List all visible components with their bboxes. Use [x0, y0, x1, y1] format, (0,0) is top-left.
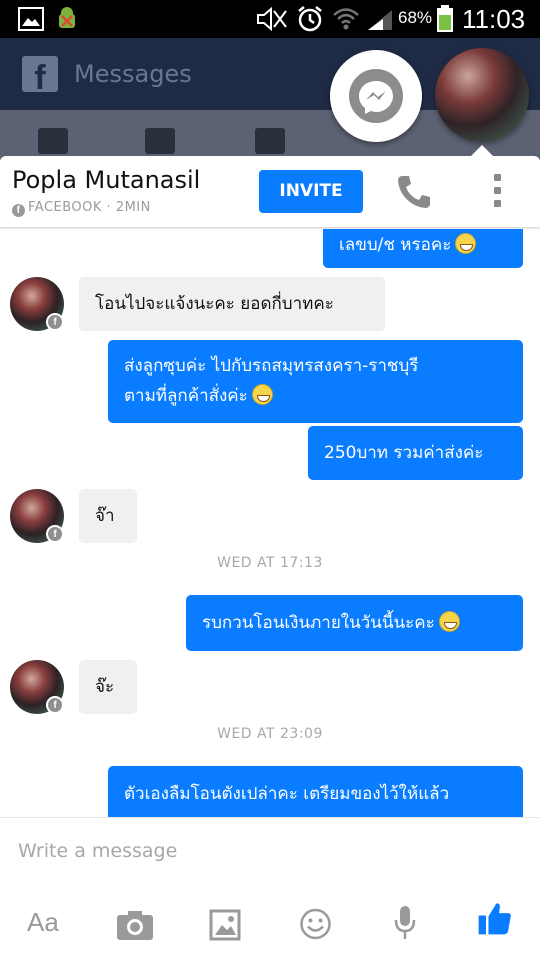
- message-incoming[interactable]: จ๊า: [79, 489, 137, 543]
- grin-emoji-icon: [455, 233, 477, 254]
- message-composer[interactable]: Write a message: [0, 817, 540, 887]
- message-outgoing[interactable]: ตัวเองลืมโอนตังเปล่าคะ เตรียมของไว้ให้แล…: [108, 766, 523, 817]
- message-outgoing[interactable]: ส่งลูกซุบค่ะ ไปกับรถสมุทรสงครา-ราชบุรี ต…: [108, 340, 523, 423]
- contact-source-text: FACEBOOK · 2MIN: [28, 200, 151, 215]
- grin-emoji-icon: [438, 611, 460, 632]
- microphone-icon[interactable]: [393, 905, 417, 941]
- news-feed-icon: [38, 128, 68, 154]
- friends-icon: [145, 128, 175, 154]
- facebook-badge-icon: f: [46, 313, 64, 331]
- message-list[interactable]: เลขบ/ช หรอคะ f โอนไปจะแจ้งนะคะ ยอดกี่บาท…: [0, 229, 540, 817]
- chathead-pointer: [471, 145, 493, 156]
- composer-toolbar: Aa: [0, 887, 540, 960]
- mute-icon: [257, 7, 287, 31]
- gallery-icon[interactable]: [209, 907, 241, 943]
- phone-icon[interactable]: [394, 172, 434, 212]
- contact-source: f FACEBOOK · 2MIN: [12, 200, 151, 217]
- more-options-icon[interactable]: [490, 174, 504, 210]
- message-outgoing[interactable]: 250บาท รวมค่าส่งค่ะ: [308, 426, 523, 480]
- message-incoming[interactable]: โอนไปจะแจ้งนะคะ ยอดกี่บาทคะ: [79, 277, 385, 331]
- android-debug-icon: [59, 7, 75, 28]
- facebook-logo: f: [22, 56, 58, 92]
- background-app-title: Messages: [74, 60, 192, 88]
- message-incoming[interactable]: จ๊ะ: [79, 660, 137, 714]
- camera-icon[interactable]: [116, 907, 154, 943]
- clock: 11:03: [462, 4, 526, 34]
- like-thumb-icon[interactable]: [474, 900, 516, 936]
- message-input[interactable]: Write a message: [18, 840, 177, 862]
- wifi-icon: [333, 8, 359, 30]
- status-bar: 68% 11:03: [0, 0, 540, 38]
- emoji-icon[interactable]: [299, 906, 332, 942]
- invite-button[interactable]: INVITE: [259, 170, 363, 213]
- messenger-icon: [349, 69, 403, 123]
- chat-header: Popla Mutanasil f FACEBOOK · 2MIN INVITE: [0, 156, 540, 228]
- facebook-badge-icon: f: [46, 525, 64, 543]
- messenger-chathead[interactable]: [330, 50, 422, 142]
- alarm-icon: [298, 6, 322, 32]
- gallery-icon: [18, 7, 44, 31]
- facebook-icon: f: [12, 204, 25, 217]
- battery-icon: [437, 5, 453, 32]
- contact-name[interactable]: Popla Mutanasil: [12, 166, 200, 194]
- facebook-badge-icon: f: [46, 696, 64, 714]
- messages-icon: [255, 128, 285, 154]
- message-outgoing[interactable]: เลขบ/ช หรอคะ: [323, 229, 523, 268]
- message-timestamp: WED AT 23:09: [217, 726, 323, 742]
- signal-icon: [368, 10, 392, 30]
- message-outgoing[interactable]: รบกวนโอนเงินภายในวันนี้นะคะ: [186, 595, 523, 651]
- contact-chathead-avatar[interactable]: [435, 48, 529, 142]
- battery-percent: 68%: [398, 8, 433, 27]
- message-timestamp: WED AT 17:13: [217, 555, 323, 571]
- grin-emoji-icon: [251, 384, 273, 405]
- text-format-button[interactable]: Aa: [27, 907, 59, 943]
